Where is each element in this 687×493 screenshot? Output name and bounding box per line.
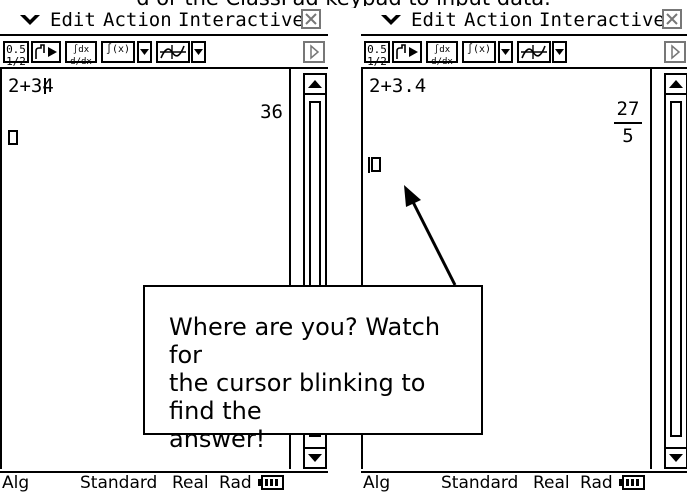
stylus-play-button[interactable] [392,41,422,63]
input-expression: 2+3.4 [369,75,427,97]
battery-icon [619,475,645,490]
status-format[interactable]: Standard [80,473,157,493]
battery-icon [258,475,284,490]
menu-edit[interactable]: Edit [411,9,457,31]
template-dropdown-button[interactable] [137,41,152,63]
status-mode[interactable]: Alg [2,473,29,493]
callout-text: Where are you? Watch for the cursor blin… [169,313,441,453]
scroll-track[interactable] [664,95,687,447]
graph-icon [521,45,547,59]
status-bar: Alg Standard Real Rad [0,471,328,493]
integral-derivative-button[interactable]: ∫dx d/dx [426,41,458,67]
menu-edit[interactable]: Edit [50,9,96,31]
decimal-fraction-toggle-button[interactable]: 0.5 1/2 [3,41,29,68]
toolbar-scroll-right-button[interactable] [664,41,686,63]
toolbar-scroll-right-button[interactable] [303,41,325,63]
menu-dropdown-icon[interactable] [18,11,42,29]
scroll-up-icon[interactable] [303,73,327,95]
menu-bar: Edit Action Interactive [361,6,687,36]
menu-dropdown-icon[interactable] [379,11,403,29]
close-icon[interactable] [662,9,682,29]
input-expression: 2+34 [8,75,54,97]
toolbar: 0.5 1/2 ∫dx d/dx ∫(x) [0,36,328,69]
input-placeholder-box[interactable] [371,157,381,172]
chevron-right-icon [310,44,320,60]
hand-play-icon [35,44,57,59]
menu-action[interactable]: Action [103,9,172,31]
graph-button[interactable] [517,41,551,63]
close-icon[interactable] [301,9,321,29]
chevron-right-icon [671,44,681,60]
graph-dropdown-button[interactable] [552,41,567,63]
stylus-play-button[interactable] [31,41,61,63]
scroll-down-icon[interactable] [664,447,687,469]
dropdown-triangle-icon [194,49,203,55]
menu-interactive[interactable]: Interactive [178,9,304,31]
fraction-result: 27 5 [614,99,642,147]
graph-icon [160,45,186,59]
menu-interactive[interactable]: Interactive [539,9,665,31]
text-cursor [44,78,46,94]
dropdown-triangle-icon [140,49,149,55]
scroll-thumb[interactable] [670,101,682,437]
status-bar: Alg Standard Real Rad [361,471,687,493]
scroll-up-icon[interactable] [664,73,687,95]
hand-play-icon [396,44,418,59]
status-number[interactable]: Real [172,473,209,493]
vertical-scrollbar[interactable] [664,73,687,471]
text-cursor [368,157,370,173]
status-angle[interactable]: Rad [580,473,613,493]
callout-box: Where are you? Watch for the cursor blin… [143,285,483,453]
menu-action[interactable]: Action [464,9,533,31]
result-value: 36 [260,101,283,123]
dropdown-triangle-icon [501,49,510,55]
graph-dropdown-button[interactable] [191,41,206,63]
toolbar: 0.5 1/2 ∫dx d/dx ∫(x) [361,36,687,69]
status-format[interactable]: Standard [441,473,518,493]
dropdown-triangle-icon [555,49,564,55]
status-number[interactable]: Real [533,473,570,493]
template-dropdown-button[interactable] [498,41,513,63]
function-template-button[interactable]: ∫(x) [462,41,496,63]
status-angle[interactable]: Rad [219,473,252,493]
fraction-denominator: 5 [622,125,634,147]
decimal-fraction-toggle-button[interactable]: 0.5 1/2 [364,41,390,68]
function-template-button[interactable]: ∫(x) [101,41,135,63]
fraction-numerator: 27 [616,98,640,120]
fraction-bar [614,122,642,124]
graph-button[interactable] [156,41,190,63]
menu-bar: Edit Action Interactive [0,6,328,36]
integral-derivative-button[interactable]: ∫dx d/dx [65,41,97,67]
status-mode[interactable]: Alg [363,473,390,493]
input-placeholder-box[interactable] [8,130,18,145]
